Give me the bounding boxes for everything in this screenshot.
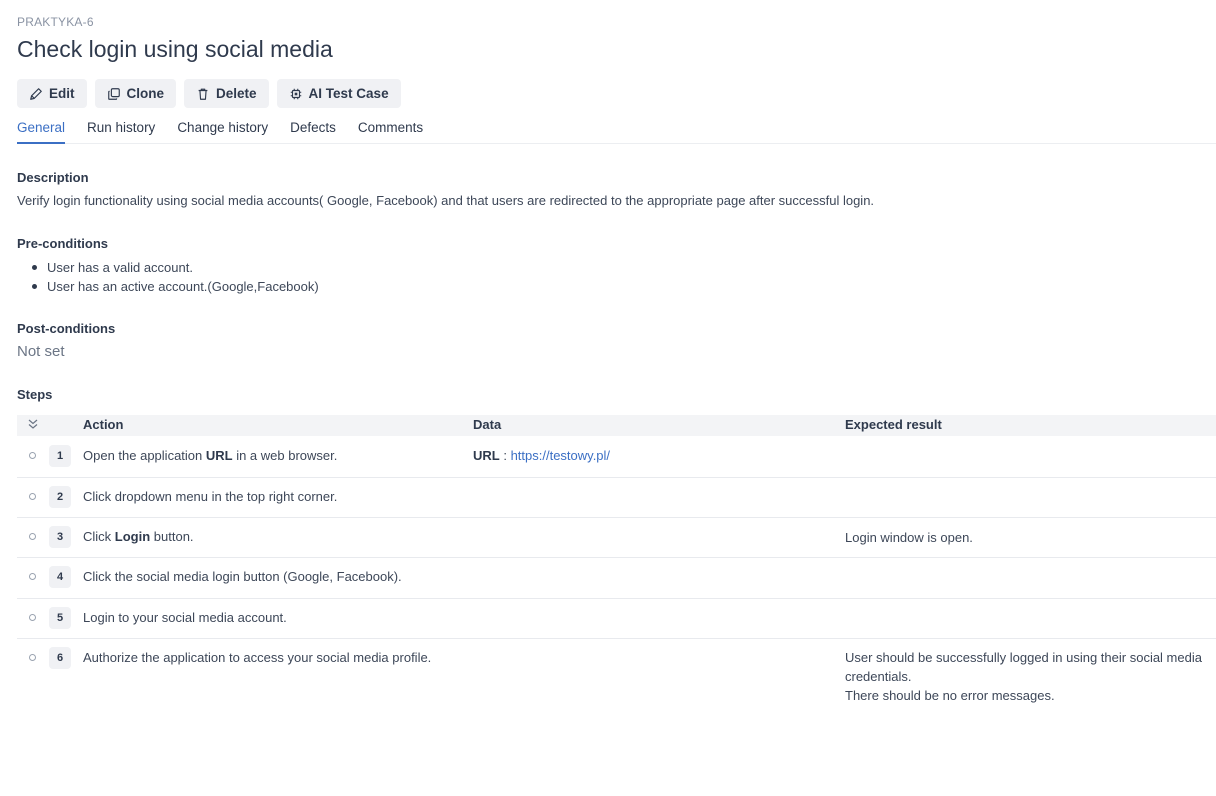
step-status-icon[interactable]: [29, 493, 36, 500]
step-status-icon[interactable]: [29, 614, 36, 621]
postconditions-label: Post-conditions: [17, 321, 116, 336]
list-item: User has a valid account.: [17, 258, 319, 277]
page-title: Check login using social media: [17, 36, 333, 62]
trash-icon: [198, 88, 208, 100]
step-number: 5: [49, 607, 71, 629]
header-data: Data: [473, 417, 502, 432]
ai-test-case-label: AI Test Case: [308, 86, 389, 101]
url-link[interactable]: https://testowy.pl/: [511, 448, 610, 463]
step-status-icon[interactable]: [29, 452, 36, 459]
clone-label: Clone: [126, 86, 165, 101]
header-action: Action: [83, 417, 124, 432]
delete-label: Delete: [216, 86, 257, 101]
edit-label: Edit: [49, 86, 75, 101]
collapse-all-icon[interactable]: [27, 418, 39, 433]
step-status-icon[interactable]: [29, 573, 36, 580]
edit-button[interactable]: Edit: [17, 79, 87, 108]
steps-table: Action Data Expected result 1 Open the a…: [17, 415, 1216, 715]
description-text: Verify login functionality using social …: [17, 193, 875, 208]
step-number: 6: [49, 647, 71, 669]
table-row[interactable]: 2 Click dropdown menu in the top right c…: [17, 478, 1216, 518]
table-row[interactable]: 4 Click the social media login button (G…: [17, 558, 1216, 599]
tab-comments[interactable]: Comments: [358, 120, 423, 144]
tab-run-history[interactable]: Run history: [87, 120, 155, 144]
clone-button[interactable]: Clone: [94, 79, 177, 108]
table-row[interactable]: 5 Login to your social media account.: [17, 599, 1216, 639]
delete-button[interactable]: Delete: [184, 79, 269, 108]
step-action: Click dropdown menu in the top right cor…: [83, 489, 338, 504]
list-item: User has an active account.(Google,Faceb…: [17, 277, 319, 296]
step-status-icon[interactable]: [29, 533, 36, 540]
tab-general[interactable]: General: [17, 120, 66, 144]
tab-change-history[interactable]: Change history: [177, 120, 268, 144]
table-row[interactable]: 3 Click Login button. Login window is op…: [17, 518, 1216, 558]
step-number: 3: [49, 526, 71, 548]
tab-defects[interactable]: Defects: [290, 120, 336, 144]
ai-test-case-button[interactable]: AI Test Case: [276, 79, 401, 108]
preconditions-label: Pre-conditions: [17, 236, 109, 251]
step-data: URL : https://testowy.pl/: [473, 448, 611, 463]
step-action: Login to your social media account.: [83, 610, 287, 625]
copy-icon: [107, 87, 120, 100]
step-expected: Login window is open.: [845, 530, 973, 545]
step-action: Open the application URL in a web browse…: [83, 448, 338, 463]
step-action: Click Login button.: [83, 529, 194, 544]
table-row[interactable]: 1 Open the application URL in a web brow…: [17, 436, 1216, 478]
step-expected: User should be successfully logged in us…: [845, 650, 1202, 703]
postconditions-value: Not set: [17, 343, 65, 360]
step-action: Authorize the application to access your…: [83, 650, 432, 665]
toolbar: Edit Clone Delete AI Test Case: [17, 79, 401, 108]
step-number: 1: [49, 445, 71, 467]
header-expected: Expected result: [845, 417, 942, 432]
steps-table-header: Action Data Expected result: [17, 415, 1216, 436]
table-row[interactable]: 6 Authorize the application to access yo…: [17, 639, 1216, 715]
step-number: 2: [49, 486, 71, 508]
description-label: Description: [17, 170, 89, 185]
issue-key[interactable]: PRAKTYKA-6: [17, 15, 94, 29]
step-status-icon[interactable]: [29, 654, 36, 661]
preconditions-list: User has a valid account. User has an ac…: [17, 258, 319, 296]
pencil-icon: [30, 87, 42, 100]
step-number: 4: [49, 566, 71, 588]
step-action: Click the social media login button (Goo…: [83, 569, 402, 584]
tab-bar: General Run history Change history Defec…: [17, 120, 1216, 144]
chip-icon: [290, 88, 301, 99]
steps-label: Steps: [17, 387, 53, 402]
